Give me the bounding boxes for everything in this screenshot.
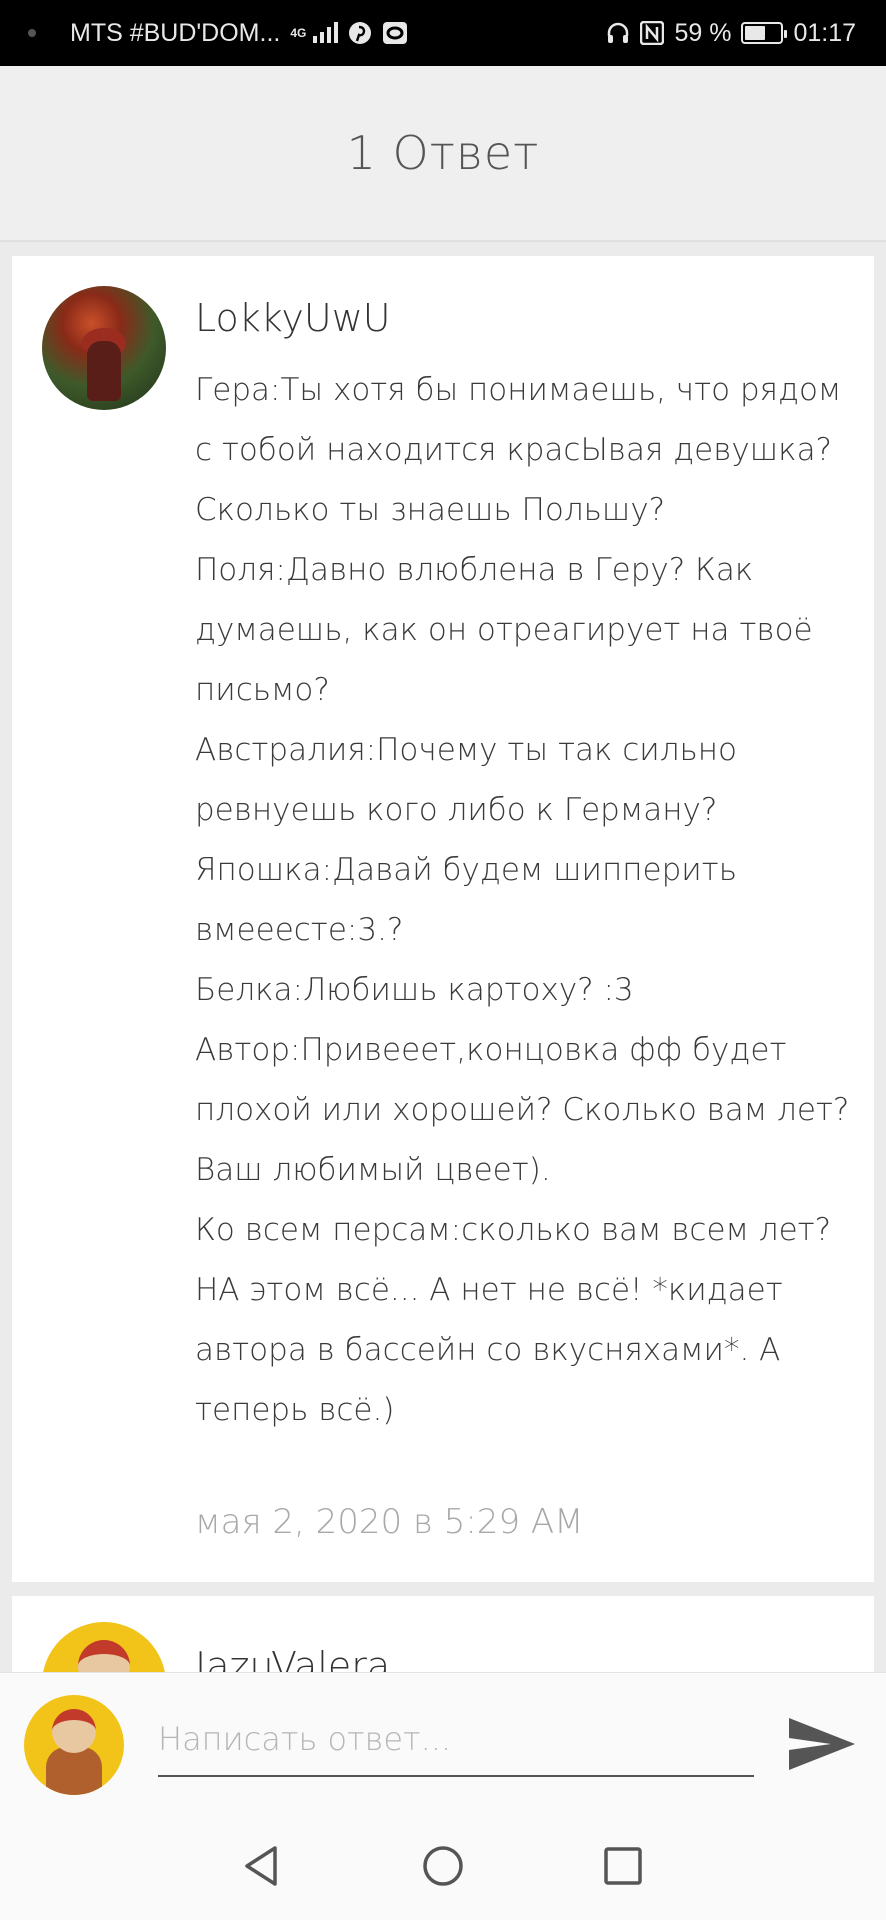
battery-level-fill [745, 26, 766, 40]
pinterest-icon [348, 21, 372, 45]
status-bar: MTS #BUD'DOM... 4G 59 % 01:17 [0, 0, 886, 66]
signal-icon [312, 22, 339, 44]
carrier-name: MTS #BUD'DOM... [70, 18, 281, 47]
home-icon [423, 1846, 463, 1886]
app-icon [382, 21, 408, 45]
comment-text: Гера:Ты хотя бы понимаешь, что рядом с т… [195, 372, 850, 1428]
comment-author[interactable]: LokkyUwU [195, 296, 391, 340]
notification-dot [28, 29, 36, 37]
back-icon [245, 1846, 277, 1886]
avatar[interactable] [42, 286, 166, 410]
send-button[interactable] [782, 1709, 862, 1779]
header: 1 Ответ [0, 66, 886, 242]
reply-input[interactable] [158, 1703, 754, 1777]
clock: 01:17 [793, 18, 856, 47]
recents-button[interactable] [593, 1836, 653, 1896]
battery-icon [741, 22, 788, 44]
headphones-icon [606, 21, 630, 45]
navigation-bar [0, 1812, 886, 1920]
nfc-icon [640, 21, 665, 45]
comment-card: LokkyUwU Гера:Ты хотя бы понимаешь, что … [12, 256, 874, 1582]
avatar-body [46, 1747, 102, 1795]
status-left: MTS #BUD'DOM... 4G [28, 19, 408, 48]
page-title: 1 Ответ [346, 126, 540, 180]
comment-timestamp: мая 2, 2020 в 5:29 AM [195, 1502, 584, 1542]
reply-bar [0, 1672, 886, 1812]
status-right: 59 % 01:17 [606, 19, 856, 48]
back-button[interactable] [233, 1836, 293, 1896]
recents-icon [604, 1847, 642, 1885]
network-type: 4G [290, 26, 307, 40]
send-icon [789, 1718, 855, 1770]
user-avatar [24, 1695, 124, 1795]
battery-percent: 59 % [674, 18, 732, 47]
avatar-head [52, 1709, 96, 1753]
avatar-figure [87, 341, 121, 401]
home-button[interactable] [413, 1836, 473, 1896]
